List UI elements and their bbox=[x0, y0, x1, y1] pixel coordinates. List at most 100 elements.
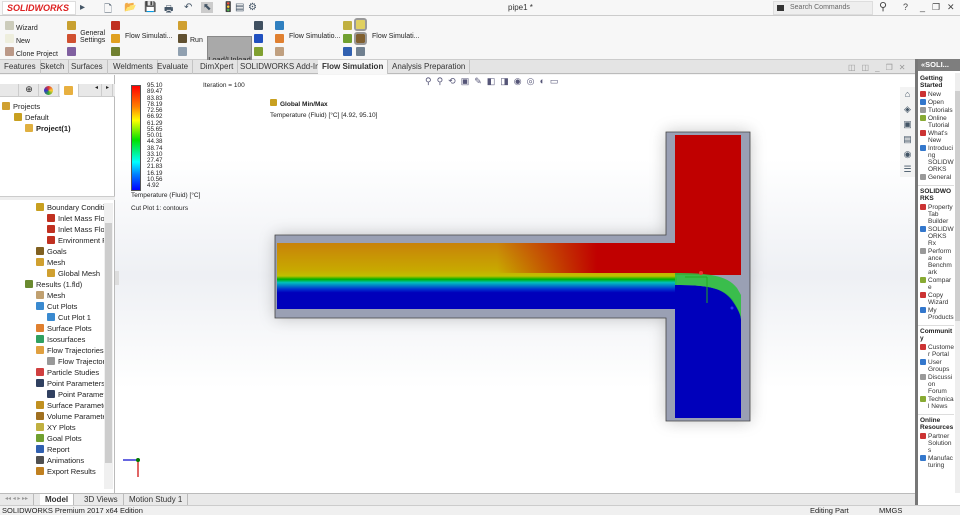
tree-item-projects[interactable]: Projects bbox=[2, 101, 40, 112]
search-icon[interactable]: ⚲ bbox=[879, 0, 887, 13]
min-marker[interactable] bbox=[730, 306, 734, 310]
run-button[interactable]: Run bbox=[190, 37, 203, 44]
tab-surfaces[interactable]: Surfaces bbox=[67, 60, 108, 74]
new-project-button[interactable]: New bbox=[5, 34, 30, 45]
tree-item[interactable]: Flow Trajectories bbox=[36, 345, 104, 356]
tree-item[interactable]: Mesh bbox=[36, 257, 65, 268]
rebuild-icon[interactable]: 🚦 bbox=[222, 2, 234, 13]
ribbon-icon[interactable] bbox=[254, 47, 263, 56]
tab-solidworks-add-ins[interactable]: SOLIDWORKS Add-Ins bbox=[236, 60, 329, 74]
tree-item[interactable]: Goal Plots bbox=[36, 433, 82, 444]
tab-flow-simulation[interactable]: Flow Simulation bbox=[318, 60, 389, 74]
ribbon-icon[interactable] bbox=[111, 34, 120, 43]
task-pane-link[interactable]: Property Tab Builder bbox=[918, 204, 954, 225]
task-pane-scrollbar[interactable] bbox=[955, 73, 960, 493]
minimize-button[interactable]: _ bbox=[920, 2, 925, 12]
ribbon-icon[interactable] bbox=[178, 47, 187, 56]
ribbon-icon[interactable] bbox=[343, 47, 352, 56]
config-tab-target-icon[interactable]: ⊕ bbox=[20, 84, 39, 97]
scrollbar-thumb[interactable] bbox=[955, 91, 960, 321]
flow-simulation-dropdown-3[interactable]: Flow Simulati... bbox=[372, 33, 419, 40]
tree-item[interactable]: Animations bbox=[36, 455, 84, 466]
select-icon[interactable]: ⬉ bbox=[201, 2, 214, 13]
clone-project-button[interactable]: Clone Project bbox=[5, 47, 58, 58]
task-pane-link[interactable]: Online Tutorial bbox=[918, 115, 954, 129]
options-gear-icon[interactable]: ⚙ bbox=[248, 2, 257, 13]
tree-item[interactable]: XY Plots bbox=[36, 422, 76, 433]
tree-item[interactable]: Export Results bbox=[36, 466, 96, 477]
lightbulb-icon[interactable] bbox=[354, 18, 367, 31]
ribbon-icon[interactable] bbox=[254, 34, 263, 43]
task-pane-link[interactable]: User Groups bbox=[918, 359, 954, 373]
tab-weldments[interactable]: Weldments bbox=[109, 60, 158, 74]
task-pane-link[interactable]: Manufacturing bbox=[918, 455, 954, 469]
ribbon-icon[interactable] bbox=[275, 47, 284, 56]
undo-icon[interactable]: ↶ bbox=[184, 2, 192, 13]
ribbon-icon[interactable] bbox=[178, 21, 187, 30]
tree-item[interactable]: Particle Studies bbox=[36, 367, 99, 378]
general-settings-button[interactable]: General Settings bbox=[80, 30, 105, 44]
ribbon-icon[interactable] bbox=[343, 34, 352, 43]
open-icon[interactable]: 📂 bbox=[124, 2, 136, 13]
tab-scroll-right[interactable]: ▸ bbox=[103, 84, 113, 97]
solidworks-logo[interactable]: SOLIDWORKS bbox=[2, 1, 76, 15]
tab-dimxpert[interactable]: DimXpert bbox=[196, 60, 239, 74]
flow-simulation-tab[interactable] bbox=[60, 84, 79, 97]
task-pane-link[interactable]: New bbox=[918, 91, 954, 98]
task-pane-link[interactable]: Customer Portal bbox=[918, 344, 954, 358]
task-pane-link[interactable]: Tutorials bbox=[918, 107, 954, 114]
ribbon-icon[interactable] bbox=[67, 34, 76, 43]
tree-splitter[interactable] bbox=[0, 196, 115, 200]
ribbon-icon[interactable] bbox=[67, 47, 76, 56]
task-pane-link[interactable]: Compare bbox=[918, 277, 954, 291]
max-marker[interactable] bbox=[699, 271, 703, 275]
units-selector[interactable]: MMGS bbox=[879, 506, 902, 515]
display-tab[interactable] bbox=[40, 84, 59, 97]
tree-item[interactable]: Global Mesh bbox=[47, 268, 100, 279]
task-pane-link[interactable]: Partner Solutions bbox=[918, 433, 954, 454]
task-pane-link[interactable]: SOLIDWORKS Rx bbox=[918, 226, 954, 247]
tree-item[interactable]: Inlet Mass Flow 2 bbox=[47, 224, 104, 235]
ribbon-icon[interactable] bbox=[275, 21, 284, 30]
tree-item[interactable]: Cut Plot 1 bbox=[47, 312, 91, 323]
scrollbar-thumb[interactable] bbox=[105, 223, 112, 463]
task-pane-link[interactable]: General bbox=[918, 174, 954, 181]
tree-item[interactable]: Boundary Conditions bbox=[36, 202, 104, 213]
task-pane-link[interactable]: My Products bbox=[918, 307, 954, 321]
viewport-window-controls[interactable]: ◫◫_❐✕ bbox=[848, 63, 911, 72]
tree-item[interactable]: Surface Parameters bbox=[36, 400, 104, 411]
task-pane-link[interactable]: Technical News bbox=[918, 396, 954, 410]
tab-evaluate[interactable]: Evaluate bbox=[153, 60, 194, 74]
restore-button[interactable]: ❐ bbox=[932, 2, 940, 13]
ribbon-icon[interactable] bbox=[254, 21, 263, 30]
ribbon-icon[interactable] bbox=[354, 32, 367, 45]
flow-simulation-dropdown-2[interactable]: Flow Simulatio... bbox=[289, 33, 340, 40]
wizard-button[interactable]: Wizard bbox=[5, 21, 38, 32]
tree-item[interactable]: Inlet Mass Flow 1 bbox=[47, 213, 104, 224]
close-button[interactable]: ✕ bbox=[947, 2, 955, 13]
tree-item[interactable]: Point Parameters bbox=[36, 378, 104, 389]
tree-item[interactable]: Results (1.fld) bbox=[25, 279, 82, 290]
ribbon-icon[interactable] bbox=[275, 34, 284, 43]
tree-item[interactable]: Environment Pressure 1 bbox=[47, 235, 104, 246]
tree-item[interactable]: Surface Plots bbox=[36, 323, 92, 334]
ribbon-icon[interactable] bbox=[111, 21, 120, 30]
tree-item[interactable]: Cut Plots bbox=[36, 301, 77, 312]
tab-features[interactable]: Features bbox=[0, 60, 41, 74]
tree-item[interactable]: Mesh bbox=[36, 290, 65, 301]
file-properties-icon[interactable]: ▤ bbox=[235, 2, 244, 13]
feature-tree-tab[interactable] bbox=[0, 84, 19, 97]
flow-simulation-dropdown-1[interactable]: Flow Simulati... bbox=[125, 33, 172, 40]
search-commands-input[interactable]: Search Commands bbox=[773, 1, 873, 15]
ribbon-icon[interactable] bbox=[111, 47, 120, 56]
tree-item[interactable]: Flow Trajectories bbox=[47, 356, 104, 367]
task-pane-tab-icons[interactable]: ⌂ ◈ ▣ ▤ ◉ ☰ bbox=[900, 87, 915, 177]
tab-sketch[interactable]: Sketch bbox=[36, 60, 70, 74]
save-icon[interactable]: 💾 bbox=[144, 2, 156, 13]
task-pane-link[interactable]: Introducing SOLIDWORKS bbox=[918, 145, 954, 173]
panel-collapse-handle[interactable] bbox=[115, 271, 119, 285]
ribbon-icon[interactable] bbox=[67, 21, 76, 30]
task-pane-header[interactable]: «SOLI... bbox=[918, 59, 960, 71]
task-pane-link[interactable]: What's New bbox=[918, 130, 954, 144]
tab-analysis-preparation[interactable]: Analysis Preparation bbox=[388, 60, 471, 74]
